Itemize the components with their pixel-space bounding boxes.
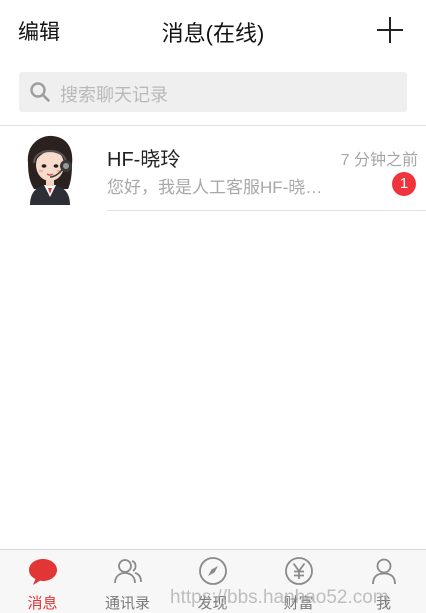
tab-wealth[interactable]: 财富 [256, 550, 341, 613]
conversation-time: 7 分钟之前 [340, 152, 418, 169]
tab-label: 消息 [27, 595, 58, 612]
customer-service-avatar [27, 135, 73, 205]
contacts-icon [113, 559, 142, 584]
search-icon [30, 82, 50, 102]
page-title: 消息(在线) [161, 21, 265, 46]
tab-label: 财富 [283, 595, 314, 612]
tab-label: 我 [375, 595, 391, 612]
yen-icon [284, 557, 313, 585]
tab-label: 发现 [197, 595, 228, 612]
conversation-item[interactable]: HF-晓玲 7 分钟之前 您好，我是人工客服HF-晓… 1 [0, 126, 426, 212]
search-input[interactable]: 搜索聊天记录 [19, 72, 407, 112]
top-bar: 编辑 消息(在线) [0, 0, 426, 62]
tab-bar: 消息 通讯录 发现 财富 我 [0, 549, 426, 613]
tab-messages[interactable]: 消息 [0, 550, 85, 613]
divider [107, 210, 426, 211]
person-icon [371, 558, 396, 585]
add-button[interactable] [376, 16, 404, 44]
unread-badge: 1 [392, 172, 416, 196]
search-placeholder: 搜索聊天记录 [60, 85, 168, 105]
edit-button[interactable]: 编辑 [18, 16, 60, 46]
chat-bubble-icon [28, 559, 57, 585]
conversation-preview: 您好，我是人工客服HF-晓… [107, 178, 323, 197]
tab-contacts[interactable]: 通讯录 [85, 550, 170, 613]
tab-discover[interactable]: 发现 [170, 550, 255, 613]
conversation-name: HF-晓玲 [107, 149, 181, 171]
tab-label: 通讯录 [104, 595, 150, 612]
tab-me[interactable]: 我 [341, 550, 426, 613]
compass-icon [198, 557, 227, 585]
plus-icon [377, 17, 403, 43]
